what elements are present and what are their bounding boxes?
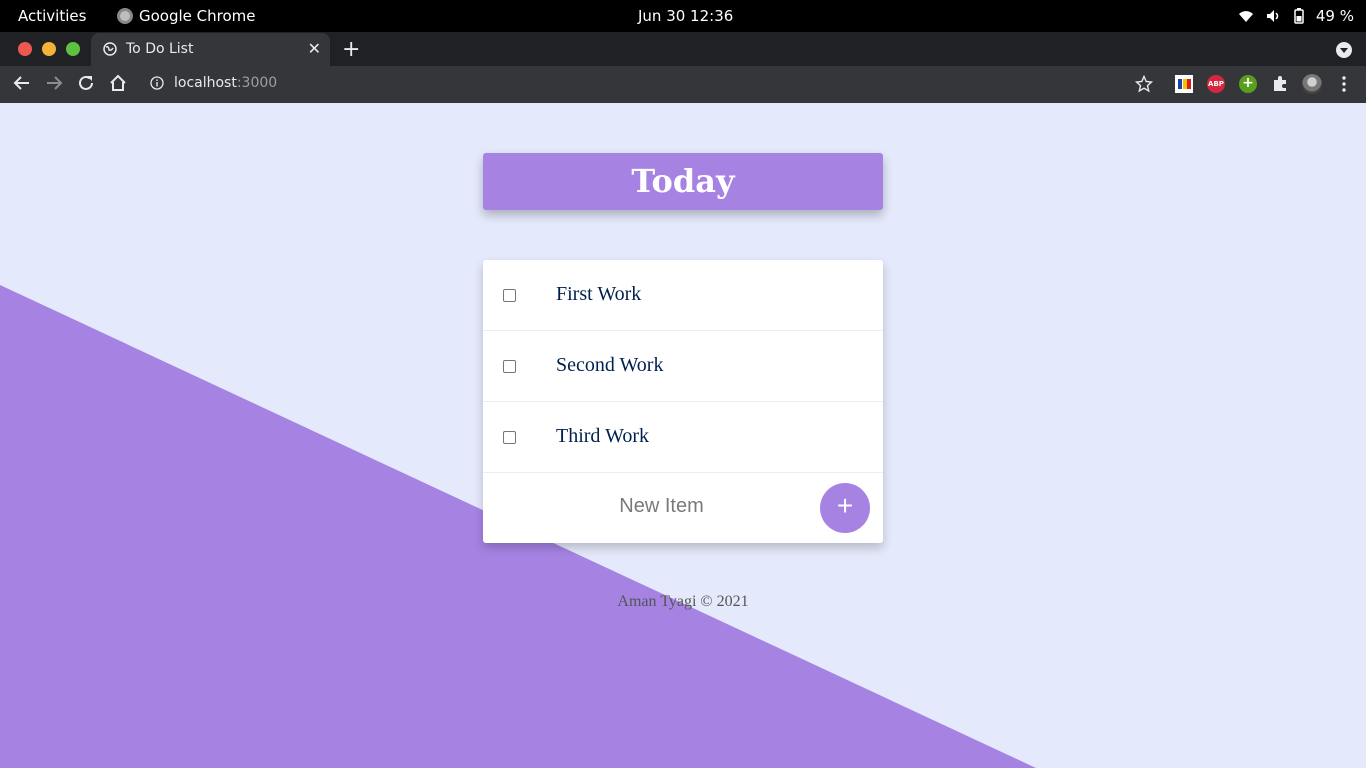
url-host: localhost [174, 75, 237, 91]
puzzle-extensions-icon[interactable] [1271, 75, 1289, 93]
add-item-button[interactable]: + [820, 483, 870, 533]
reload-icon[interactable] [77, 74, 95, 92]
app-menu[interactable]: Google Chrome [117, 7, 256, 25]
item-checkbox[interactable] [503, 360, 516, 373]
flag-extension-icon[interactable] [1175, 75, 1193, 93]
clock[interactable]: Jun 30 12:36 [638, 7, 733, 25]
tab-search-icon[interactable] [1336, 42, 1352, 58]
footer-copyright: Aman Tyagi © 2021 [617, 593, 749, 610]
page-title: Today [631, 162, 735, 200]
system-top-bar: Activities Google Chrome Jun 30 12:36 49… [0, 0, 1366, 32]
minimize-window-button[interactable] [42, 42, 56, 56]
close-window-button[interactable] [18, 42, 32, 56]
adblock-extension-icon[interactable]: ABP [1207, 75, 1225, 93]
tab-strip: To Do List ✕ + [0, 32, 1366, 66]
heading-box: Today [483, 153, 883, 210]
list-item: First Work [483, 260, 883, 331]
bookmark-star-icon[interactable] [1135, 75, 1153, 93]
battery-percent: 49 % [1315, 7, 1354, 25]
list-item: Second Work [483, 331, 883, 402]
menu-kebab-icon[interactable] [1340, 75, 1348, 93]
item-label: Third Work [556, 425, 650, 447]
item-checkbox[interactable] [503, 431, 516, 444]
list-item: Third Work [483, 402, 883, 473]
wifi-icon [1238, 11, 1253, 22]
browser-toolbar: localhost:3000 ABP + [0, 66, 1366, 103]
todo-card: First Work Second Work Third Work New It… [483, 260, 883, 543]
new-item-form: New Item + [483, 473, 883, 543]
activities-button[interactable]: Activities [18, 7, 86, 25]
volume-icon [1266, 10, 1279, 22]
globe-icon [103, 42, 117, 56]
new-tab-button[interactable]: + [342, 37, 360, 62]
page-viewport: Today First Work Second Work Third Work … [0, 103, 1366, 768]
tab-title: To Do List [126, 41, 194, 57]
green-extension-icon[interactable]: + [1239, 75, 1257, 93]
tab-to-do-list[interactable]: To Do List ✕ [91, 33, 330, 66]
home-icon[interactable] [109, 74, 127, 92]
item-checkbox[interactable] [503, 289, 516, 302]
item-label: First Work [556, 283, 642, 305]
maximize-window-button[interactable] [66, 42, 80, 56]
back-arrow-icon[interactable] [13, 74, 31, 92]
system-tray[interactable]: 49 % [1238, 7, 1354, 25]
info-icon[interactable] [150, 76, 164, 90]
url-port: :3000 [236, 75, 278, 91]
app-name: Google Chrome [139, 7, 256, 25]
profile-avatar[interactable] [1302, 74, 1322, 94]
new-item-input[interactable]: New Item [483, 495, 840, 518]
item-label: Second Work [556, 354, 664, 376]
address-bar[interactable]: localhost:3000 [150, 75, 277, 91]
chrome-icon [117, 8, 133, 24]
forward-arrow-icon[interactable] [45, 74, 63, 92]
battery-icon [1294, 8, 1304, 24]
tab-close-icon[interactable]: ✕ [308, 39, 321, 58]
